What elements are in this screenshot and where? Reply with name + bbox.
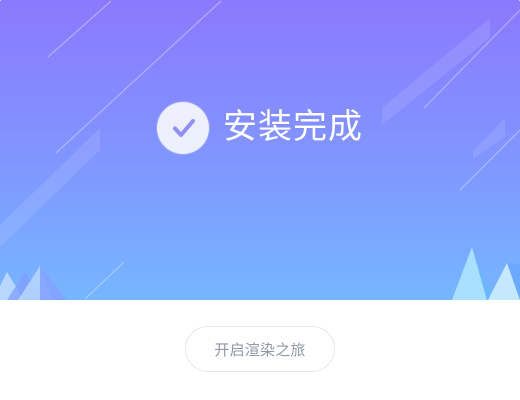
action-area: 开启渲染之旅: [0, 300, 520, 400]
check-circle-icon: [157, 102, 209, 154]
completion-status: 安装完成: [0, 0, 520, 278]
completion-banner: 安装完成: [0, 0, 520, 300]
installation-complete-title: 安装完成: [223, 107, 363, 147]
start-rendering-button[interactable]: 开启渲染之旅: [185, 326, 335, 372]
installer-complete-window: 安装完成 开启渲染之旅: [0, 0, 520, 400]
